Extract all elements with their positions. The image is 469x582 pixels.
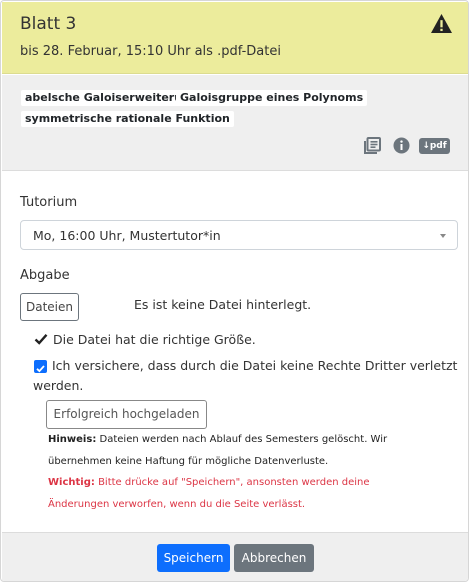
cancel-button[interactable]: Abbrechen bbox=[234, 544, 314, 572]
rights-checkbox[interactable] bbox=[34, 360, 47, 373]
deadline-text: bis 28. Februar, 15:10 Uhr als .pdf-Date… bbox=[20, 44, 281, 59]
tutorium-select[interactable]: Mo, 16:00 Uhr, Mustertutor*in bbox=[20, 220, 458, 250]
hint-line1: Hinweis: Dateien werden nach Ablauf des … bbox=[48, 434, 387, 446]
check-icon bbox=[36, 365, 45, 373]
hint-text: Dateien werden nach Ablauf des Semesters… bbox=[99, 434, 388, 445]
card-header: Blatt 3 bis 28. Februar, 15:10 Uhr als .… bbox=[2, 2, 468, 74]
tag: Galoisgruppe eines Polynoms bbox=[176, 90, 368, 106]
save-button[interactable]: Speichern bbox=[157, 544, 230, 572]
important-label: Wichtig: bbox=[48, 477, 95, 488]
size-ok-text: Die Datei hat die richtige Größe. bbox=[53, 332, 256, 347]
library-books-icon[interactable] bbox=[363, 137, 381, 155]
hint-line2: übernehmen keine Haftung für mögliche Da… bbox=[48, 456, 329, 467]
rights-text-line2: werden. bbox=[33, 378, 84, 393]
important-line2: Änderungen verworfen, wenn du die Seite … bbox=[48, 499, 306, 510]
tag: abelsche Galoiserweiterung bbox=[21, 90, 202, 106]
upload-status-button[interactable]: Erfolgreich hochgeladen bbox=[46, 400, 207, 429]
chevron-down-icon bbox=[440, 234, 446, 238]
no-file-text: Es ist keine Datei hinterlegt. bbox=[134, 297, 312, 312]
warning-triangle-icon bbox=[431, 13, 452, 34]
important-line1: Wichtig: Bitte drücke auf "Speichern", a… bbox=[48, 477, 370, 489]
abgabe-label: Abgabe bbox=[20, 268, 70, 283]
submission-card: Blatt 3 bis 28. Februar, 15:10 Uhr als .… bbox=[0, 0, 469, 582]
tutorium-selected-value: Mo, 16:00 Uhr, Mustertutor*in bbox=[33, 228, 221, 243]
files-button[interactable]: Dateien bbox=[20, 293, 79, 321]
important-text: Bitte drücke auf "Speichern", ansonsten … bbox=[98, 477, 370, 488]
pdf-download-button[interactable]: ↓pdf bbox=[419, 138, 450, 154]
sheet-title: Blatt 3 bbox=[20, 14, 77, 34]
tag: symmetrische rationale Funktion bbox=[21, 111, 234, 127]
rights-text-line1: Ich versichere, dass durch die Datei kei… bbox=[52, 358, 458, 373]
tutorium-label: Tutorium bbox=[20, 195, 78, 210]
checkmark-icon bbox=[34, 334, 48, 345]
hint-label: Hinweis: bbox=[48, 434, 97, 445]
info-circle-icon[interactable] bbox=[393, 137, 410, 154]
